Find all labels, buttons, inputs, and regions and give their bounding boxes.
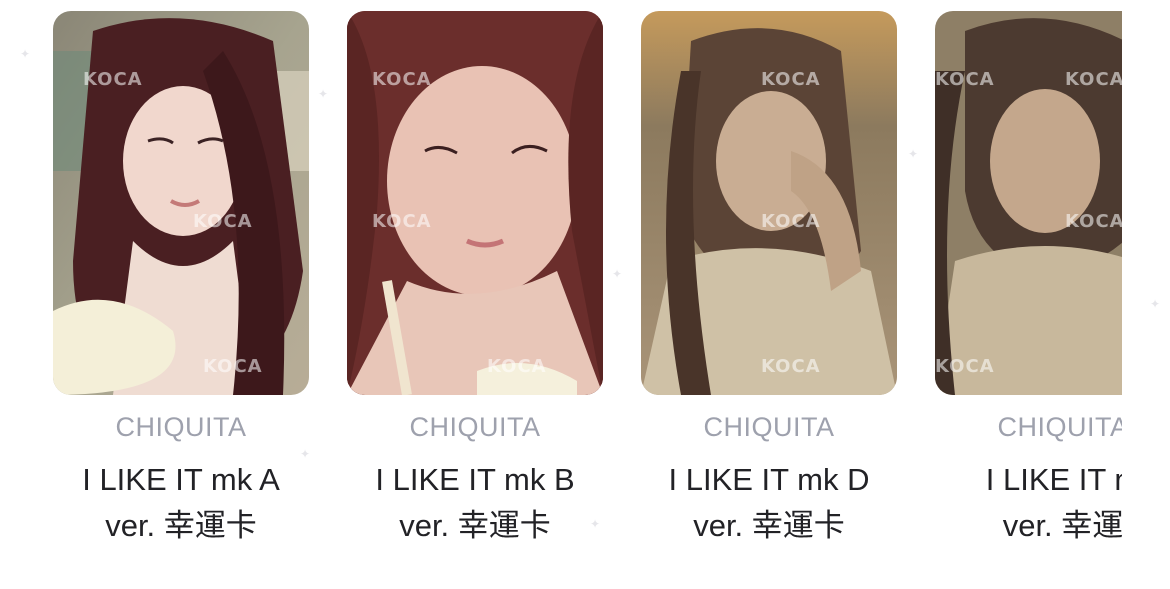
watermark: KOCA bbox=[83, 69, 143, 90]
card-title-line2: ver. 幸運卡 bbox=[399, 508, 551, 543]
watermark: KOCA bbox=[1065, 69, 1122, 90]
watermark: KOCA bbox=[935, 356, 995, 377]
card-title: I LIKE IT mk B ver. 幸運卡 bbox=[347, 457, 603, 549]
watermark: KOCA bbox=[193, 211, 253, 232]
card-title: I LIKE IT mk A ver. 幸運卡 bbox=[53, 457, 309, 549]
photocard-item[interactable]: KOCA KOCA KOCA KOCA CHIQUITA I LIKE IT m… bbox=[935, 11, 1122, 549]
photocard-item[interactable]: KOCA KOCA KOCA CHIQUITA I LIKE IT mk B v… bbox=[347, 11, 603, 549]
watermark: KOCA bbox=[935, 69, 995, 90]
photocard-image[interactable]: KOCA KOCA KOCA KOCA bbox=[935, 11, 1122, 395]
photocard-gallery: ✦ ✦ ✦ ✦ ✦ ✦ ✦ KOCA KOCA KOCA CHIQUITA I … bbox=[0, 0, 1170, 589]
photocard-item[interactable]: KOCA KOCA KOCA CHIQUITA I LIKE IT mk A v… bbox=[53, 11, 309, 549]
watermark: KOCA bbox=[203, 356, 263, 377]
card-title: I LIKE IT m ver. 幸運 bbox=[935, 457, 1122, 549]
card-artist: CHIQUITA bbox=[703, 412, 835, 442]
card-title: I LIKE IT mk D ver. 幸運卡 bbox=[641, 457, 897, 549]
watermark: KOCA bbox=[372, 211, 432, 232]
card-title-line1: I LIKE IT mk D bbox=[668, 462, 870, 497]
card-title-line1: I LIKE IT mk B bbox=[375, 462, 575, 497]
photocard-image[interactable]: KOCA KOCA KOCA bbox=[53, 11, 309, 395]
watermark: KOCA bbox=[761, 211, 821, 232]
card-title-line1: I LIKE IT mk A bbox=[82, 462, 280, 497]
photocard-image[interactable]: KOCA KOCA KOCA bbox=[347, 11, 603, 395]
card-title-line2: ver. 幸運卡 bbox=[693, 508, 845, 543]
card-artist: CHIQUITA bbox=[115, 412, 247, 442]
watermark: KOCA bbox=[761, 356, 821, 377]
photocard-item[interactable]: KOCA KOCA KOCA CHIQUITA I LIKE IT mk D v… bbox=[641, 11, 897, 549]
watermark: KOCA bbox=[761, 69, 821, 90]
photocard-image[interactable]: KOCA KOCA KOCA bbox=[641, 11, 897, 395]
card-artist: CHIQUITA bbox=[409, 412, 541, 442]
watermark: KOCA bbox=[372, 69, 432, 90]
watermark: KOCA bbox=[487, 356, 547, 377]
watermark: KOCA bbox=[1065, 211, 1122, 232]
card-artist: CHIQUITA bbox=[997, 412, 1123, 442]
card-title-line2: ver. 幸運卡 bbox=[105, 508, 257, 543]
card-title-line2: ver. 幸運 bbox=[1002, 508, 1122, 543]
card-title-line1: I LIKE IT m bbox=[985, 462, 1122, 497]
card-carousel[interactable]: KOCA KOCA KOCA CHIQUITA I LIKE IT mk A v… bbox=[0, 0, 1122, 589]
sparkle-icon: ✦ bbox=[1150, 297, 1161, 311]
